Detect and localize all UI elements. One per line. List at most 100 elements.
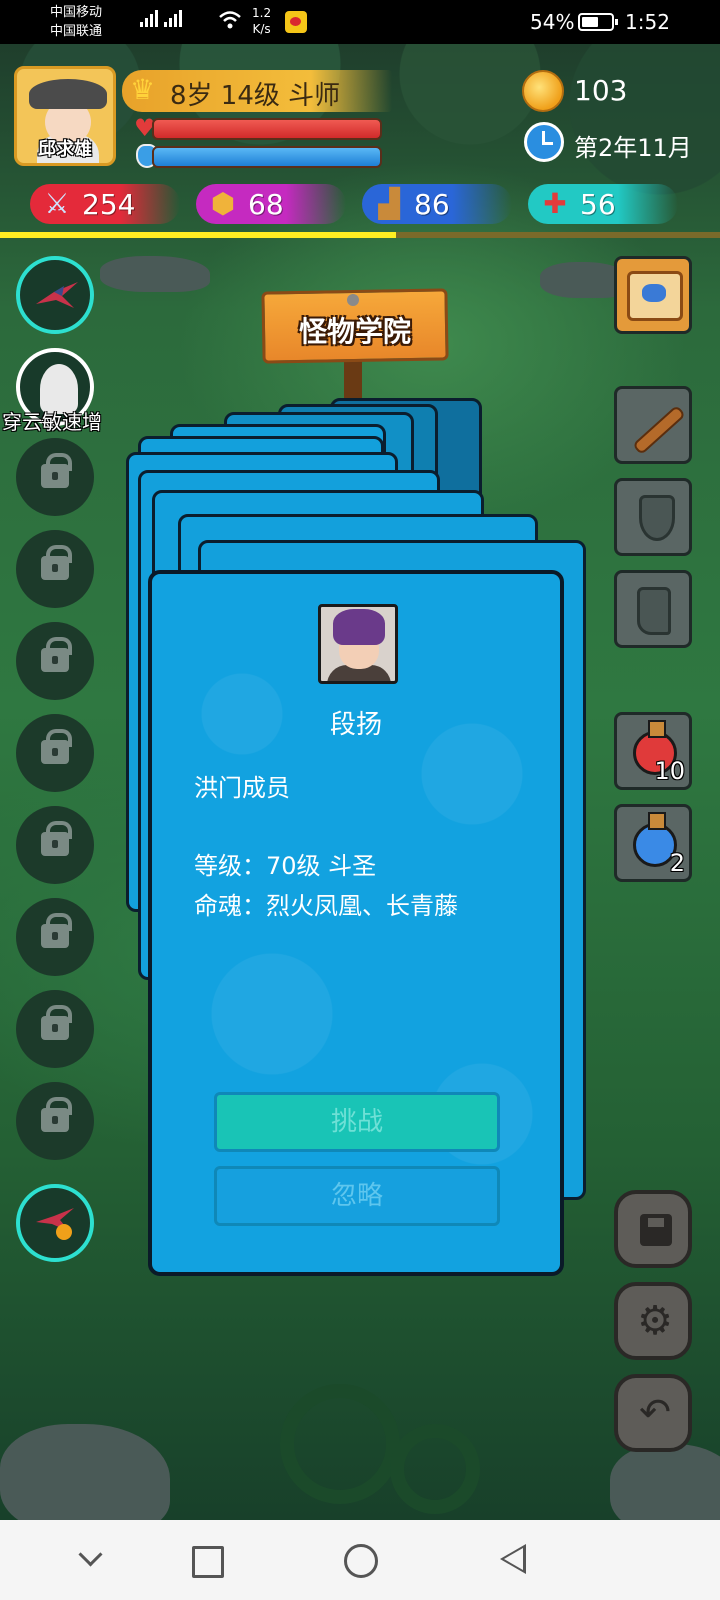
- signal-1-icon: [140, 10, 158, 27]
- weibo-notification-icon: [285, 11, 307, 33]
- nav-collapse-icon[interactable]: [70, 1540, 110, 1580]
- clock-icon: [524, 122, 564, 162]
- nav-recent-apps-icon[interactable]: [186, 1540, 226, 1580]
- lock-icon: [41, 729, 72, 764]
- settings-button[interactable]: ⚙: [614, 1282, 692, 1360]
- wooden-stick-icon: [632, 404, 686, 456]
- phoenix-swallow-icon: [36, 1208, 74, 1240]
- net-speed-value: 1.2: [252, 6, 272, 20]
- encounter-card: 段扬 洪门成员 等级：70级 斗圣 命魂：烈火凤凰、长青藤 挑战 忽略: [148, 570, 564, 1276]
- vine-decoration: [390, 1424, 480, 1514]
- red-potion-count: 10: [654, 757, 685, 785]
- npc-faction: 洪门成员: [194, 774, 290, 802]
- carrier-1: 中国移动: [50, 5, 103, 20]
- defense-value: 68: [248, 188, 284, 221]
- lock-icon: [41, 637, 72, 672]
- npc-level: 等级：70级 斗圣: [194, 852, 377, 880]
- lock-icon: [41, 821, 72, 856]
- save-button[interactable]: [614, 1190, 692, 1268]
- skill-slot-locked[interactable]: [16, 530, 94, 608]
- player-level: 8岁 14级 斗师: [170, 81, 341, 111]
- npc-portrait: [318, 604, 398, 684]
- nav-home-icon[interactable]: [340, 1540, 380, 1580]
- location-title: 怪物学院: [298, 315, 411, 348]
- boots-slot[interactable]: [614, 570, 692, 648]
- npc-name: 段扬: [329, 710, 382, 740]
- sign-nail: [347, 294, 359, 306]
- save-icon: [640, 1214, 672, 1246]
- skill-slot-locked[interactable]: [16, 622, 94, 700]
- attack-value: 254: [82, 188, 136, 221]
- boot-icon: [637, 587, 671, 635]
- skill-slot-locked[interactable]: [16, 898, 94, 976]
- swallow-icon: [36, 282, 78, 308]
- map-button[interactable]: [614, 256, 692, 334]
- back-button[interactable]: ↶: [614, 1374, 692, 1452]
- xp-bar-fill: [0, 232, 396, 238]
- boot-speed-icon: ▟: [378, 187, 400, 220]
- lock-icon: [41, 913, 72, 948]
- lock-icon: [41, 453, 72, 488]
- clock-time: 1:52: [625, 10, 670, 34]
- hp-bar: [152, 118, 382, 140]
- undo-arrow-icon: ↶: [639, 1390, 671, 1434]
- rock-decoration: [610, 1444, 720, 1520]
- carrier-labels: 中国移动 中国联通: [50, 3, 102, 41]
- blue-potion-count: 2: [669, 849, 685, 877]
- stat-health: ✚ 56: [528, 184, 678, 224]
- map-scroll-icon: [627, 271, 683, 321]
- signal-2-icon: [164, 10, 182, 27]
- skill-swallow[interactable]: [16, 256, 94, 334]
- skill-slot-locked[interactable]: [16, 438, 94, 516]
- skill-slot-locked[interactable]: [16, 714, 94, 792]
- skill-slot-locked[interactable]: [16, 1082, 94, 1160]
- sword-icon: ⚔: [44, 187, 70, 220]
- stat-speed: ▟ 86: [362, 184, 512, 224]
- stat-attack: ⚔ 254: [30, 184, 180, 224]
- npc-soul: 命魂：烈火凤凰、长青藤: [194, 892, 458, 920]
- shield-icon: [639, 495, 675, 541]
- ignore-button[interactable]: 忽略: [214, 1166, 500, 1226]
- xp-bar: [0, 232, 720, 238]
- player-avatar[interactable]: 邱求雄: [14, 66, 116, 166]
- armor-slot[interactable]: [614, 478, 692, 556]
- coin-count: 103: [574, 74, 628, 107]
- system-nav-bar: [0, 1520, 720, 1600]
- gear-icon: ⚙: [637, 1298, 673, 1344]
- signal-icons: [140, 10, 182, 27]
- speed-value: 86: [414, 188, 450, 221]
- skill-caption: 穿云敏速增: [2, 410, 102, 434]
- skill-slot-locked[interactable]: [16, 806, 94, 884]
- challenge-button[interactable]: 挑战: [214, 1092, 500, 1152]
- lock-icon: [41, 1005, 72, 1040]
- rock-decoration: [100, 256, 210, 292]
- skill-phoenix[interactable]: [16, 1184, 94, 1262]
- battery-percent: 54%: [530, 10, 575, 34]
- wifi-icon: [219, 11, 241, 29]
- mp-bar: [152, 146, 382, 168]
- blue-potion-slot[interactable]: 2: [614, 804, 692, 882]
- red-potion-slot[interactable]: 10: [614, 712, 692, 790]
- lock-icon: [41, 1097, 72, 1132]
- rock-decoration: [0, 1424, 170, 1520]
- net-speed-unit: K/s: [252, 22, 271, 36]
- status-bar: 中国移动 中国联通 1.2 K/s 54% 1:52: [0, 0, 720, 44]
- crown-icon: ♛: [130, 73, 156, 106]
- lock-icon: [41, 545, 72, 580]
- battery-icon: [578, 13, 618, 31]
- stat-defense: ⬢ 68: [196, 184, 346, 224]
- level-banner: ♛ 8岁 14级 斗师: [122, 70, 392, 112]
- nav-back-icon[interactable]: [494, 1540, 534, 1580]
- player-name: 邱求雄: [38, 139, 92, 160]
- shield-badge-icon: ⬢: [210, 187, 236, 220]
- health-value: 56: [580, 188, 616, 221]
- health-cross-icon: ✚: [543, 187, 567, 220]
- carrier-2: 中国联通: [50, 24, 103, 39]
- vine-decoration: [280, 1384, 400, 1504]
- game-scene: 邱求雄 ♛ 8岁 14级 斗师 ♥ 103 第2年11月 ⚔ 254 ⬢ 68 …: [0, 44, 720, 1520]
- net-speed: 1.2 K/s: [252, 5, 271, 37]
- weapon-slot[interactable]: [614, 386, 692, 464]
- game-date: 第2年11月: [574, 134, 692, 162]
- skill-slot-locked[interactable]: [16, 990, 94, 1068]
- coin-icon: [522, 70, 564, 112]
